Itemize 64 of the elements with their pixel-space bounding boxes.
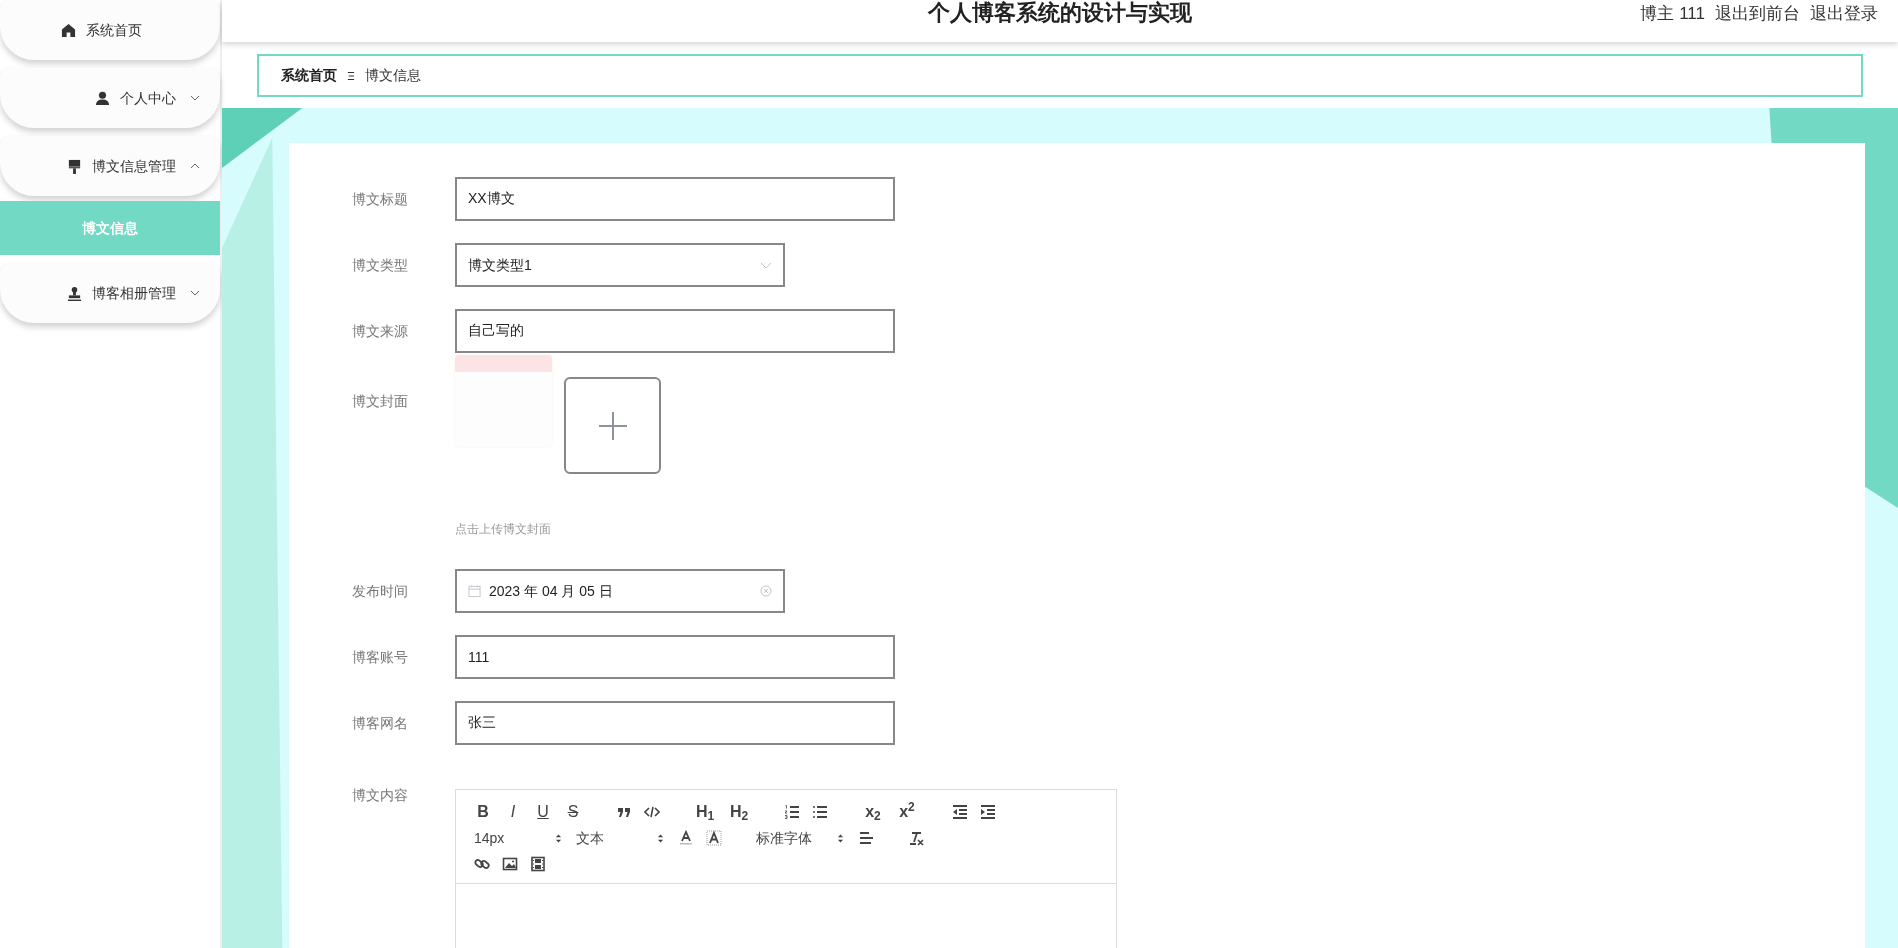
- header-link[interactable]: 退出到前台: [1715, 1, 1800, 27]
- toolbar-dropdown[interactable]: 标准字体: [756, 827, 846, 849]
- format-button[interactable]: U: [534, 804, 552, 820]
- format-button[interactable]: S: [564, 804, 582, 820]
- sidebar-item[interactable]: 个人中心: [0, 68, 220, 128]
- clear-icon: [760, 585, 772, 597]
- header-link[interactable]: 博主 111: [1640, 1, 1705, 27]
- format-button[interactable]: x$_{2}$: [862, 804, 884, 820]
- text-field[interactable]: 张三: [455, 701, 895, 745]
- calendar-icon: [468, 584, 481, 598]
- text-field[interactable]: XX博文: [455, 177, 895, 221]
- text-color-icon[interactable]: [678, 830, 694, 846]
- link-icon[interactable]: [474, 856, 490, 872]
- toolbar-dropdown[interactable]: 14px: [474, 827, 564, 849]
- text-field[interactable]: 自己写的: [455, 309, 895, 353]
- header-link[interactable]: 退出登录: [1810, 1, 1878, 27]
- app-title: 个人博客系统的设计与实现: [928, 0, 1192, 27]
- field-label: 博文类型: [352, 255, 409, 275]
- sidebar-item[interactable]: 博文信息管理: [0, 136, 220, 196]
- sidebar-item[interactable]: 博客相册管理: [0, 263, 220, 323]
- highlight-icon[interactable]: [706, 830, 722, 846]
- date-value: 2023 年 04 月 05 日: [489, 581, 614, 601]
- align-left-icon[interactable]: [858, 830, 874, 846]
- field-label: 博文标题: [352, 189, 409, 209]
- field-label: 博文内容: [352, 786, 409, 805]
- upload-button[interactable]: [564, 377, 661, 474]
- format-button[interactable]: H$_{2}$: [728, 804, 750, 820]
- home-icon: [61, 22, 76, 38]
- field-label: 博文封面: [352, 392, 409, 411]
- film-icon[interactable]: [530, 856, 546, 872]
- toolbar-dropdown[interactable]: 文本: [576, 827, 666, 849]
- chevron-down-icon: [760, 260, 772, 270]
- breadcrumb-link[interactable]: 博文信息: [365, 65, 421, 86]
- bullet-list-icon[interactable]: [812, 804, 828, 820]
- format-button[interactable]: x$^{2}$: [896, 804, 918, 820]
- stamp-icon: [67, 285, 82, 301]
- select-value: 博文类型1: [468, 255, 532, 275]
- sidebar-item[interactable]: 系统首页: [0, 0, 220, 60]
- user-icon: [95, 90, 110, 106]
- clear-format-icon[interactable]: [908, 830, 924, 846]
- field-label: 发布时间: [352, 581, 409, 601]
- indent-icon[interactable]: [980, 804, 996, 820]
- format-button[interactable]: H$_{1}$: [694, 804, 716, 820]
- text-field[interactable]: 111: [455, 635, 895, 679]
- outdent-icon[interactable]: [952, 804, 968, 820]
- code-icon[interactable]: [644, 804, 660, 820]
- separator-icon: [347, 70, 355, 81]
- select-field[interactable]: 博文类型1: [455, 243, 785, 287]
- field-label: 博文来源: [352, 321, 409, 341]
- image-icon[interactable]: [502, 856, 518, 872]
- field-label: 博客网名: [352, 713, 409, 733]
- date-field[interactable]: 2023 年 04 月 05 日: [455, 569, 785, 613]
- field-label: 博客账号: [352, 647, 409, 667]
- format-button[interactable]: B: [474, 804, 492, 820]
- brush-icon: [67, 158, 82, 174]
- upload-hint: 点击上传博文封面: [455, 521, 552, 538]
- rich-text-editor[interactable]: B I U S H$_{1}$ H$_{2}$ x$_{2}$ x$^{2}$ 14px 文本 标准字体: [455, 789, 1117, 948]
- format-button[interactable]: I: [504, 804, 522, 820]
- breadcrumb-link[interactable]: 系统首页: [281, 65, 337, 86]
- up-down-caret-icon: [555, 832, 562, 844]
- plus-icon: [598, 411, 627, 440]
- up-down-caret-icon: [657, 832, 664, 844]
- up-down-caret-icon: [837, 832, 844, 844]
- numbered-list-icon[interactable]: [784, 804, 800, 820]
